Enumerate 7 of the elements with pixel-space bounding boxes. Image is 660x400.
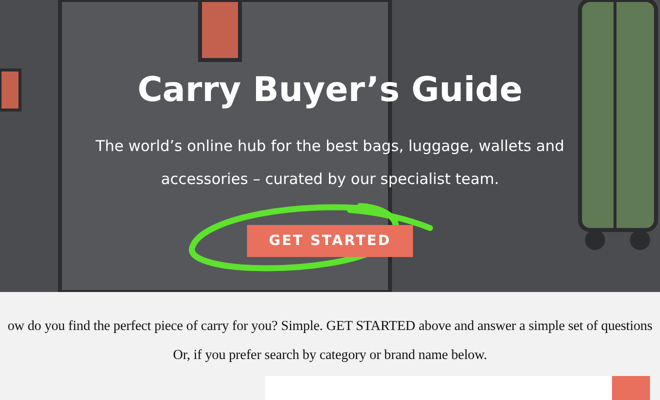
get-started-button[interactable]: GET STARTED <box>246 225 414 257</box>
intro-text: ow do you find the perfect piece of carry for you? Simple. GET STARTED above and answer a simple set of questions <box>6 318 654 334</box>
page-title: Carry Buyer’s Guide <box>137 70 523 110</box>
intro-text: Or, if you prefer search by category or brand name below. <box>172 347 488 363</box>
search-field[interactable] <box>265 376 612 400</box>
search-button[interactable] <box>612 376 650 400</box>
hero-subtitle: The world’s online hub for the best bags, luggage, wallets and accessories – curated by our specialist team. <box>94 136 566 190</box>
